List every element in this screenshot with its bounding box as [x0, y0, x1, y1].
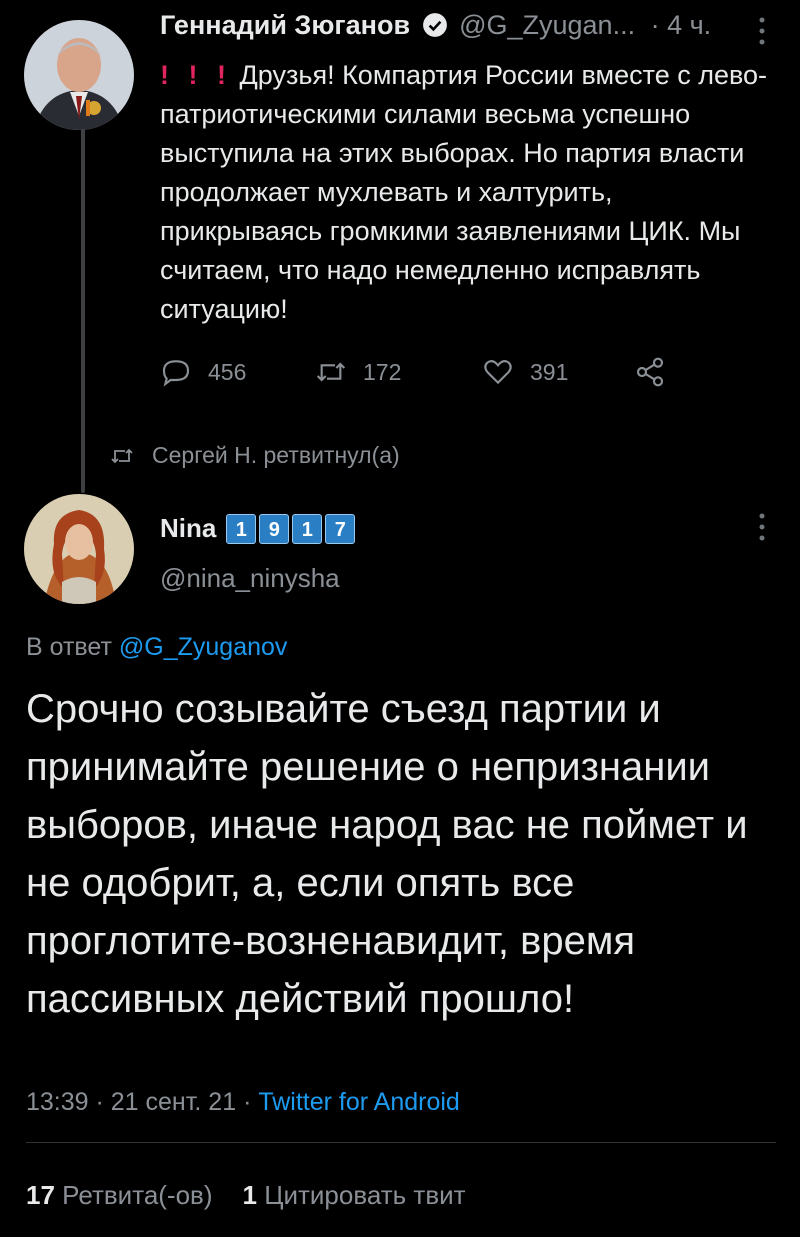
- retweets-stat-label: Ретвита(-ов): [62, 1180, 213, 1210]
- like-button[interactable]: 391: [482, 356, 568, 388]
- reply-prefix: В ответ: [26, 633, 112, 661]
- avatar-zyuganov[interactable]: [24, 20, 134, 130]
- tweet2-more-icon[interactable]: [752, 512, 772, 542]
- retweet-count: 172: [363, 358, 402, 385]
- thread-line: [81, 128, 85, 493]
- quotes-stat-count: 1: [242, 1180, 257, 1210]
- retweets-stat-count: 17: [26, 1180, 55, 1210]
- quotes-stat-label: Цитировать твит: [264, 1180, 466, 1210]
- share-button[interactable]: [634, 356, 666, 388]
- digit-badge: 1: [292, 513, 323, 544]
- digit-badge: 1: [226, 513, 257, 544]
- retweeted-by-note[interactable]: Сергей Н. ретвитнул(а): [110, 442, 400, 469]
- retweeted-by-text: Сергей Н. ретвитнул(а): [152, 442, 400, 468]
- tweet2-client-link[interactable]: Twitter for Android: [258, 1088, 459, 1116]
- quotes-stat[interactable]: 1 Цитировать твит: [243, 1180, 466, 1211]
- tweet1-more-icon[interactable]: [752, 16, 772, 46]
- retweets-stat[interactable]: 17 Ретвита(-ов): [26, 1180, 213, 1211]
- tweet2-author-name[interactable]: Nina: [160, 513, 216, 544]
- heart-icon: [484, 360, 512, 385]
- reply-button[interactable]: 456: [160, 356, 246, 388]
- tweet1-header: Геннадий Зюганов @G_Zyugan... · 4 ч.: [160, 10, 711, 41]
- share-icon: [636, 357, 664, 387]
- reply-to-line: В ответ @G_Zyuganov: [26, 633, 287, 662]
- digit-badge: 7: [325, 513, 356, 544]
- reply-icon: [162, 360, 190, 387]
- retweet-icon: [316, 362, 346, 382]
- verified-badge-icon: [422, 12, 448, 38]
- tweet1-handle[interactable]: @G_Zyugan...: [459, 10, 635, 40]
- reply-to-handle-link[interactable]: @G_Zyuganov: [119, 633, 288, 661]
- avatar-nina[interactable]: [24, 494, 134, 604]
- tweet2-author[interactable]: Nina 1 9 1 7: [160, 513, 356, 544]
- tweet2-meta: 13:39 · 21 сент. 21 · Twitter for Androi…: [26, 1088, 460, 1117]
- like-count: 391: [530, 358, 569, 385]
- divider: [26, 1142, 776, 1143]
- name-digit-badges: 1 9 1 7: [226, 513, 356, 544]
- reply-count: 456: [208, 358, 247, 385]
- tweet2-text: Срочно созывайте съезд партии и принимай…: [26, 687, 748, 1021]
- retweet-button[interactable]: 172: [315, 356, 401, 388]
- digit-badge: 9: [259, 513, 290, 544]
- tweet1-body: Друзья! Компартия России вместе с лево-п…: [160, 60, 768, 324]
- exclamation-emoji: ! ! !: [160, 60, 232, 90]
- tweet1-author-name[interactable]: Геннадий Зюганов: [160, 10, 410, 40]
- tweet1-text: ! ! ! Друзья! Компартия России вместе с …: [160, 56, 770, 329]
- tweet2-stats: 17 Ретвита(-ов) 1 Цитировать твит: [26, 1180, 466, 1211]
- retweet-small-icon: [111, 448, 133, 463]
- tweet2-timestamp[interactable]: 13:39 · 21 сент. 21 ·: [26, 1088, 251, 1116]
- tweet1-time[interactable]: · 4 ч.: [651, 10, 712, 40]
- tweet2-handle[interactable]: @nina_ninysha: [160, 563, 340, 594]
